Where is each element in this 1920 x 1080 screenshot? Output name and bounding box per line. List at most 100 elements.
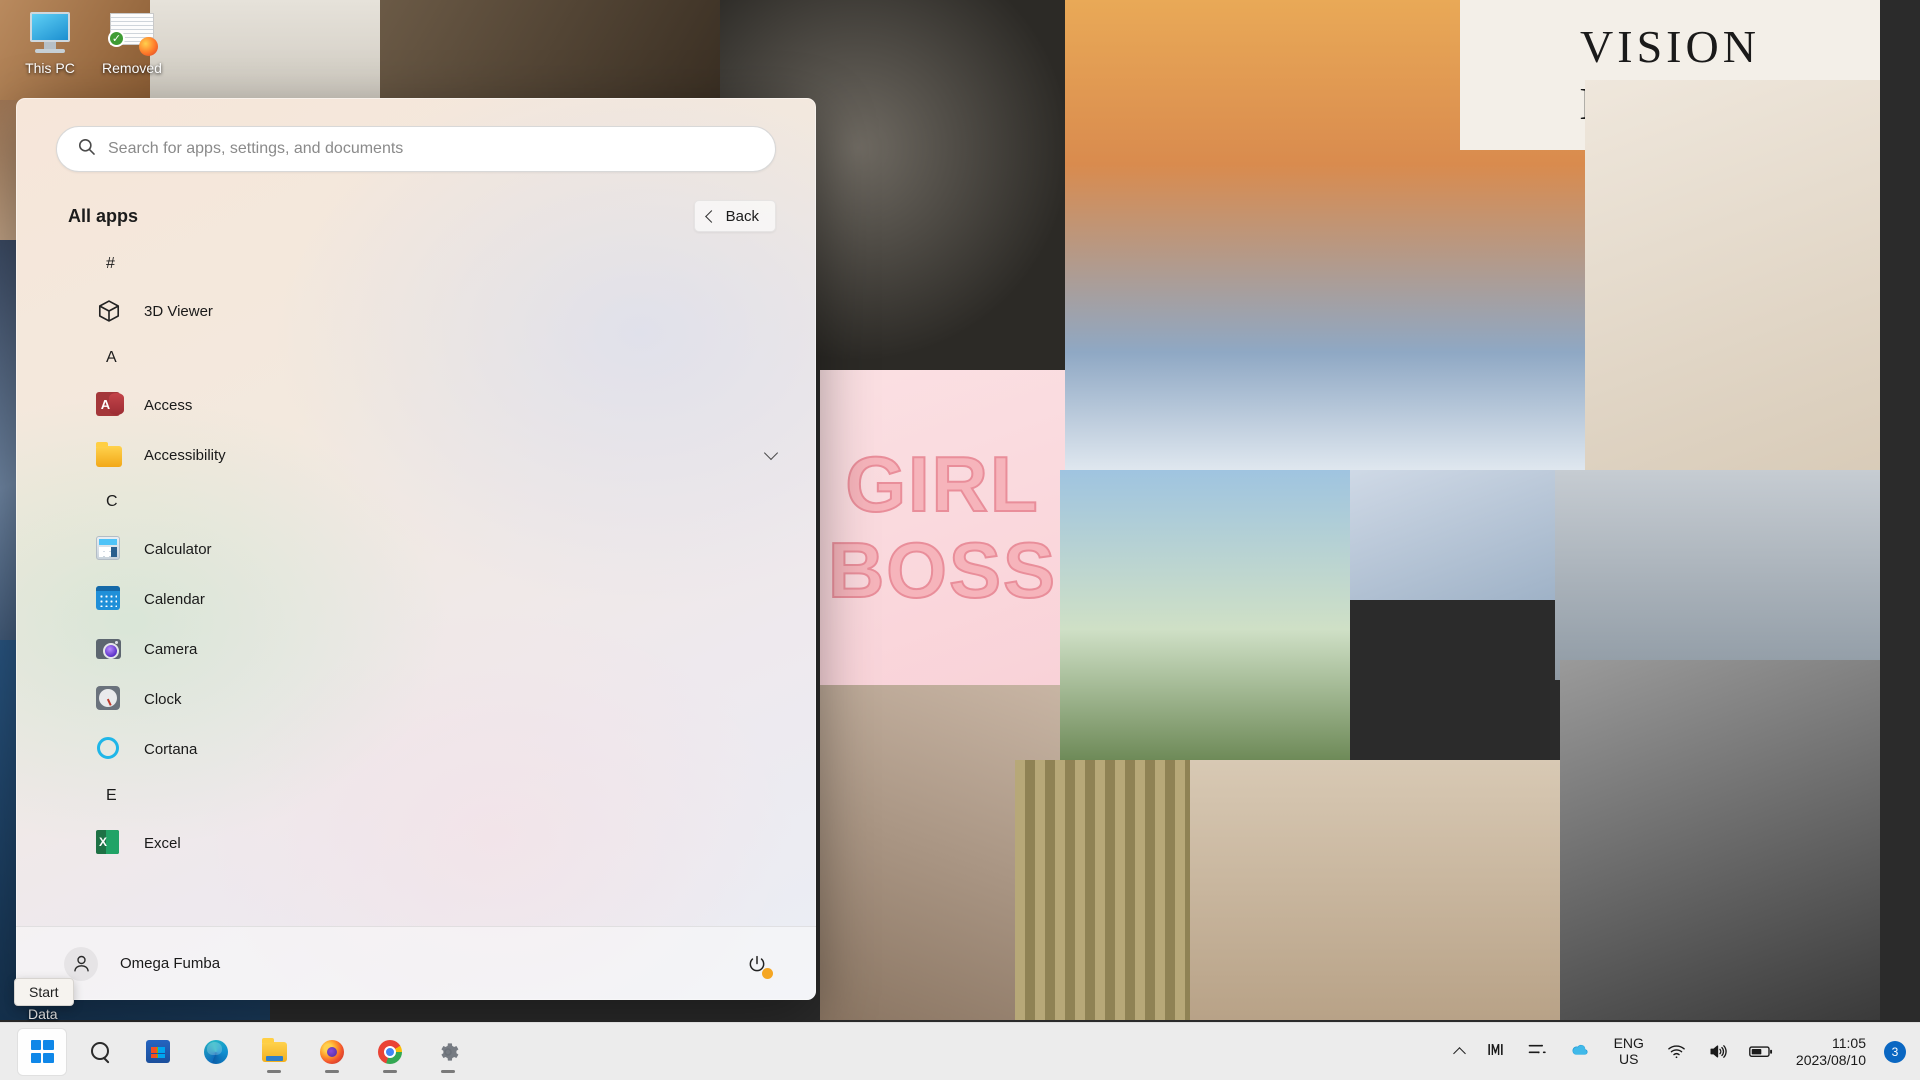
language-line-1: ENG <box>1613 1034 1644 1051</box>
desktop-icon-label: This PC <box>25 60 75 76</box>
search-box[interactable] <box>56 126 776 172</box>
wallpaper-tile-shelf <box>380 0 720 100</box>
wallpaper-tile-girl-boss: GIRL BOSS <box>820 370 1065 685</box>
app-row-clock[interactable]: Clock <box>38 674 794 724</box>
windows-logo-icon <box>30 1040 54 1063</box>
meet-now-icon <box>1486 1040 1505 1064</box>
calculator-icon <box>96 536 122 562</box>
app-label: Cortana <box>144 740 198 758</box>
wallpaper-tile-sea <box>1555 470 1880 680</box>
chevron-down-icon[interactable] <box>763 445 779 460</box>
app-label: Calculator <box>144 540 212 558</box>
show-hidden-icons-button[interactable] <box>1446 1030 1473 1074</box>
start-menu-footer: Omega Fumba <box>16 926 816 1000</box>
onedrive-button[interactable] <box>1560 1030 1600 1074</box>
notification-badge[interactable]: 3 <box>1884 1040 1906 1063</box>
taskbar-file-explorer-button[interactable] <box>250 1029 298 1075</box>
desktop-icon-this-pc[interactable]: This PC <box>6 10 94 76</box>
access-icon: A <box>96 392 124 418</box>
search-input[interactable] <box>108 140 755 158</box>
app-row-camera[interactable]: Camera <box>38 624 794 674</box>
all-apps-header: All apps Back <box>16 172 816 238</box>
battery-icon <box>1749 1043 1773 1060</box>
edge-icon <box>204 1039 228 1064</box>
wallpaper-tile-boat <box>1560 660 1880 1020</box>
chevron-left-icon <box>704 209 718 223</box>
wallpaper-tile-ceiling <box>150 0 380 100</box>
section-header-a[interactable]: A <box>38 336 794 380</box>
battery-button[interactable] <box>1740 1030 1782 1074</box>
desktop-icon-removed[interactable]: ✓ Removed <box>88 10 176 76</box>
app-label: Clock <box>144 690 182 708</box>
app-row-calendar[interactable]: Calendar <box>38 574 794 624</box>
taskbar-start-button[interactable] <box>18 1028 66 1075</box>
audio-sliders-button[interactable] <box>1518 1030 1556 1074</box>
cortana-icon <box>96 736 122 762</box>
start-button-tooltip: Start <box>14 978 74 1006</box>
desktop-label-data: Data <box>28 1006 58 1022</box>
app-row-excel[interactable]: Excel <box>38 818 794 868</box>
app-label: 3D Viewer <box>144 302 213 320</box>
wallpaper-tile-picnic <box>1190 760 1560 1020</box>
wallpaper-text-vision: VISION <box>1580 20 1760 72</box>
section-header-e[interactable]: E <box>38 774 794 818</box>
meet-now-button[interactable] <box>1477 1030 1514 1074</box>
excel-icon <box>96 830 122 856</box>
section-header-c[interactable]: C <box>38 480 794 524</box>
app-label: Access <box>144 396 193 414</box>
wallpaper-tile-yoga <box>1585 80 1880 480</box>
back-button[interactable]: Back <box>693 200 776 232</box>
tray-date: 2023/08/10 <box>1795 1051 1866 1068</box>
app-label: Camera <box>144 640 198 658</box>
chevron-up-icon <box>1452 1047 1466 1060</box>
camera-icon <box>96 636 122 662</box>
taskbar-settings-button[interactable] <box>424 1029 472 1075</box>
section-header-hash[interactable]: # <box>38 242 794 286</box>
running-indicator <box>267 1069 281 1073</box>
running-indicator <box>325 1069 339 1073</box>
language-indicator[interactable]: ENG US <box>1604 1030 1654 1074</box>
wallpaper-text-girl: GIRL <box>844 439 1040 528</box>
taskbar-buttons <box>18 1028 472 1075</box>
taskbar-search-button[interactable] <box>76 1029 124 1075</box>
wallpaper-tile-feet <box>1350 470 1555 600</box>
taskbar-edge-button[interactable] <box>192 1029 240 1075</box>
desktop-icon-label: Removed <box>102 60 162 76</box>
chrome-icon <box>378 1039 402 1064</box>
user-account-button[interactable]: Omega Fumba <box>58 941 234 987</box>
all-apps-list[interactable]: # 3D Viewer A A Access Accessibility C C… <box>16 238 816 926</box>
app-row-cortana[interactable]: Cortana <box>38 724 794 774</box>
taskbar-chrome-button[interactable] <box>366 1029 414 1075</box>
page-title: All apps <box>68 205 139 226</box>
taskbar-store-button[interactable] <box>134 1029 182 1075</box>
onedrive-icon <box>1569 1039 1591 1064</box>
wallpaper-text-boss: BOSS <box>827 525 1058 614</box>
update-pending-badge <box>762 967 773 979</box>
audio-sliders-icon <box>1527 1039 1547 1064</box>
clock-icon <box>96 686 122 712</box>
clock-button[interactable]: 11:05 2023/08/10 <box>1786 1030 1876 1074</box>
avatar <box>64 946 98 981</box>
wallpaper-tile-money <box>1015 760 1190 1020</box>
start-menu[interactable]: All apps Back # 3D Viewer A A Access <box>16 98 816 1000</box>
taskbar[interactable]: ENG US 11:05 2023/08/10 3 <box>0 1022 1920 1080</box>
volume-button[interactable] <box>1699 1030 1736 1074</box>
network-button[interactable] <box>1658 1030 1695 1074</box>
system-tray: ENG US 11:05 2023/08/10 3 <box>1446 1030 1920 1074</box>
folder-icon <box>261 1037 287 1062</box>
app-label: Accessibility <box>144 446 226 464</box>
store-icon <box>146 1040 170 1063</box>
app-row-3d-viewer[interactable]: 3D Viewer <box>38 286 794 336</box>
taskbar-firefox-button[interactable] <box>308 1029 356 1075</box>
speaker-icon <box>1708 1042 1727 1061</box>
power-button[interactable] <box>740 947 774 981</box>
calendar-icon <box>96 586 122 612</box>
start-search-row <box>16 98 816 172</box>
app-row-calculator[interactable]: Calculator <box>38 524 794 574</box>
wifi-icon <box>1667 1042 1686 1061</box>
app-row-accessibility[interactable]: Accessibility <box>38 430 794 480</box>
app-row-access[interactable]: A Access <box>38 380 794 430</box>
folder-icon <box>96 442 122 468</box>
app-label: Calendar <box>144 590 205 608</box>
search-icon <box>77 137 96 161</box>
